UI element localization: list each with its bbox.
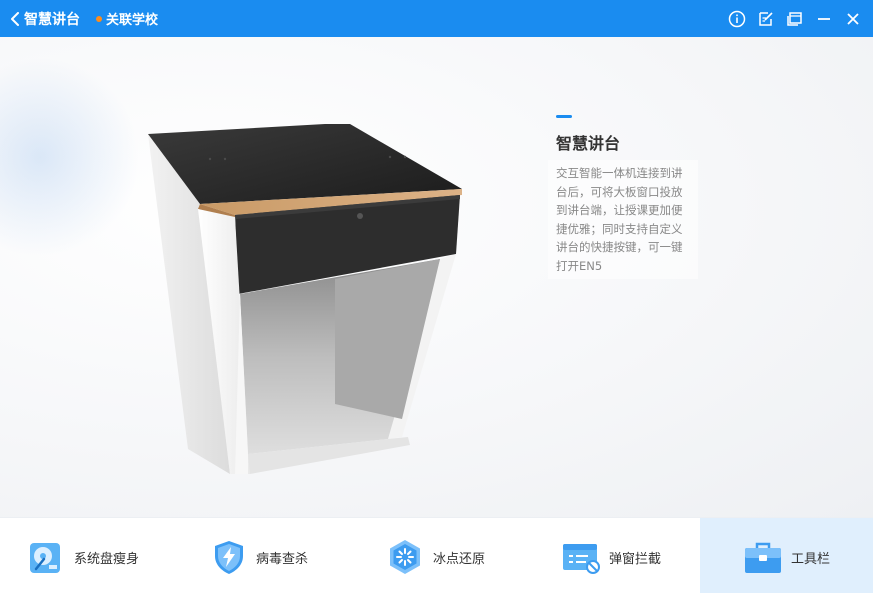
linked-school-label: 关联学校 [106,13,159,28]
smart-podium-image [148,124,462,474]
tool-toolbar[interactable]: 工具栏 [700,518,873,593]
info-icon[interactable] [722,0,751,37]
tool-virus-scan[interactable]: 病毒查杀 [175,518,350,593]
description-line: 讲台的快捷按键，可一键 [556,240,683,254]
edit-icon[interactable] [751,0,780,37]
bottom-toolbar: 系统盘瘦身 病毒查杀 冰点还原 弹窗拦截 工具栏 [0,517,873,593]
feature-info: 智慧讲台 交互智能一体机连接到讲 台后，可将大板窗口投放 到讲台端，让授课更加便… [548,115,698,279]
title-bar: 智慧讲台 关联学校 [0,0,873,37]
accent-bar [556,115,572,118]
tool-label: 冰点还原 [433,552,486,567]
popup-block-icon [562,539,600,575]
shield-icon [211,539,247,575]
tool-label: 病毒查杀 [256,552,309,567]
description-line: 交互智能一体机连接到讲 [556,166,683,180]
window-controls [722,0,867,37]
tool-label: 工具栏 [791,552,831,567]
feature-panel: 智慧讲台 交互智能一体机连接到讲 台后，可将大板窗口投放 到讲台端，让授课更加便… [0,37,873,517]
tool-popup-block[interactable]: 弹窗拦截 [525,518,700,593]
page-title: 智慧讲台 [24,11,80,28]
tool-label: 系统盘瘦身 [74,552,140,567]
tool-system-disk-cleanup[interactable]: 系统盘瘦身 [0,518,175,593]
description-line: 台后，可将大板窗口投放 [556,184,683,199]
window-icon[interactable] [780,0,809,37]
description-line: 到讲台端，让授课更加便 [556,203,683,217]
tool-label: 弹窗拦截 [609,552,662,567]
feature-description: 交互智能一体机连接到讲 台后，可将大板窗口投放 到讲台端，让授课更加便 捷优雅；… [548,160,698,279]
linked-school-link[interactable]: 关联学校 [96,9,158,28]
chevron-left-icon [10,11,20,26]
close-icon[interactable] [838,0,867,37]
toolbox-icon [744,539,781,575]
minimize-icon[interactable] [809,0,838,37]
description-line: 捷优雅；同时支持自定义 [556,221,683,236]
disk-cleanup-icon [28,539,64,575]
description-line: 打开EN5 [556,258,603,273]
back-button[interactable]: 智慧讲台 [0,0,80,37]
feature-heading: 智慧讲台 [556,134,621,153]
tool-freeze-restore[interactable]: 冰点还原 [350,518,525,593]
snowflake-icon [387,539,423,575]
status-dot [96,15,102,22]
